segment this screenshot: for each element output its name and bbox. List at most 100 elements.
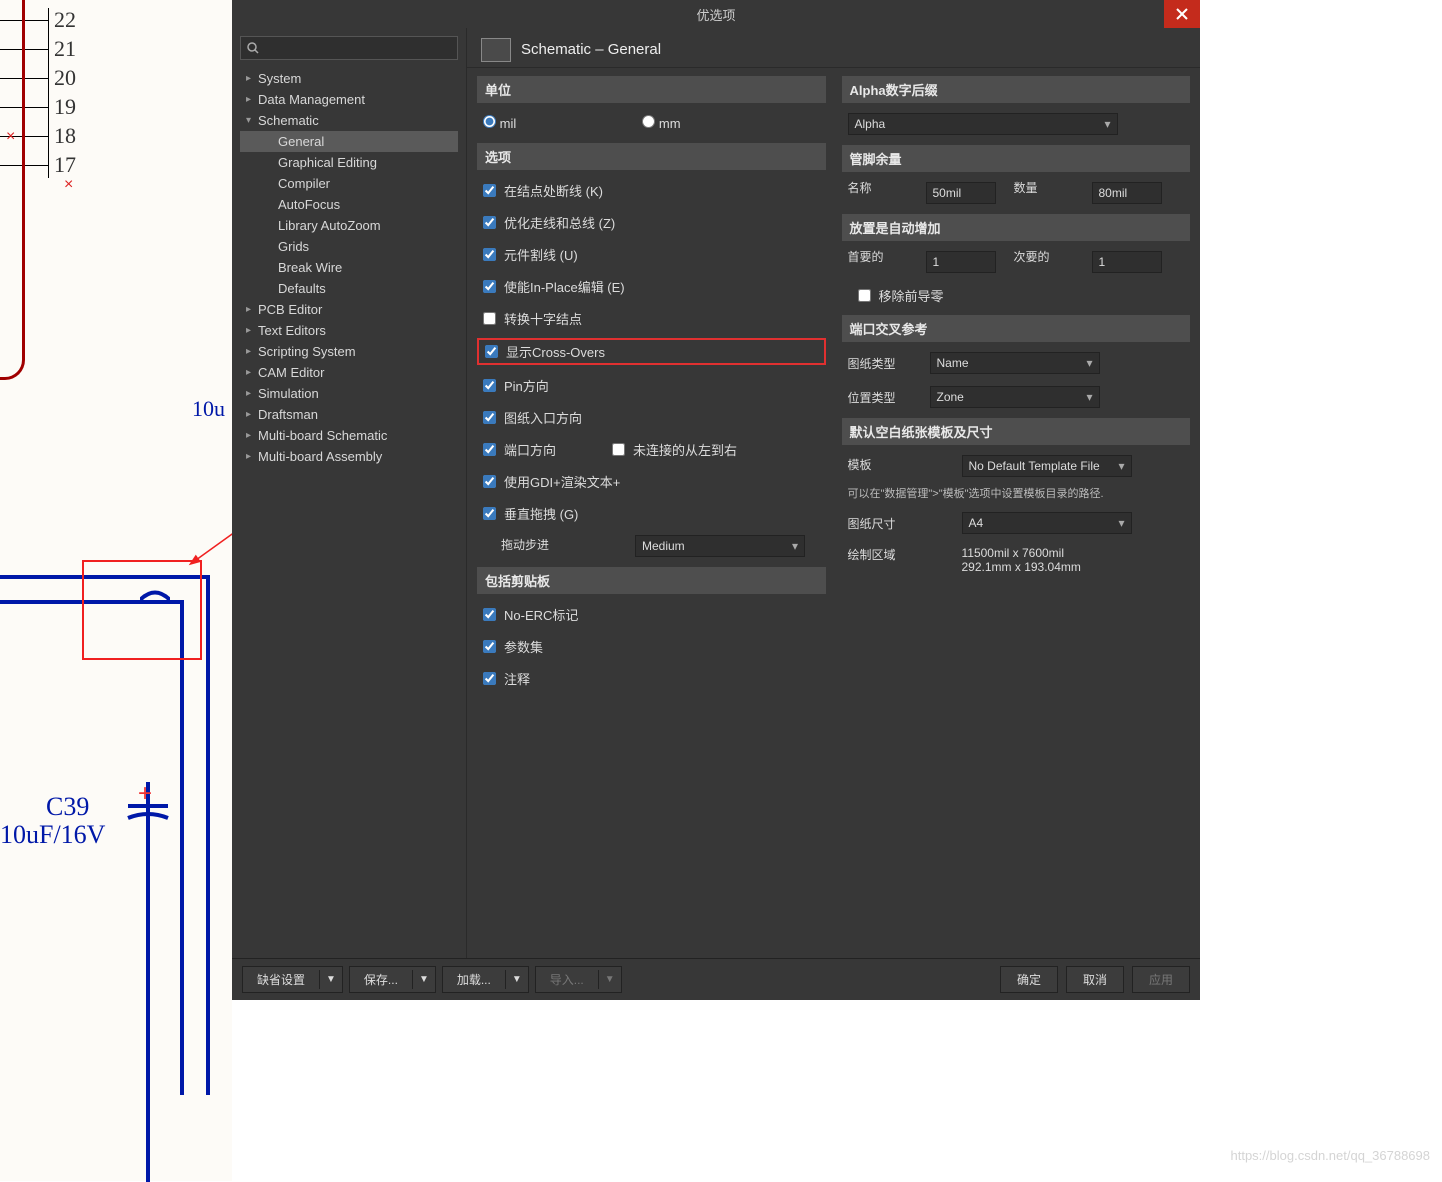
opt-vertical-drag[interactable]: 垂直拖拽 (G): [477, 501, 826, 525]
tree-item-draftsman[interactable]: ▸Draftsman: [240, 404, 458, 425]
tree-item-library-autozoom[interactable]: Library AutoZoom: [240, 215, 458, 236]
unit-mm-radio[interactable]: mm: [642, 115, 680, 131]
secondary-input[interactable]: [1092, 251, 1162, 273]
primary-label: 首要的: [848, 251, 908, 264]
preferences-dialog: 优选项 ▸System▸Data Management▾SchematicGen…: [232, 0, 1200, 1000]
opt-use-gdi[interactable]: 使用GDI+渲染文本+: [477, 469, 826, 493]
pin-num-input[interactable]: [1092, 182, 1162, 204]
cancel-button[interactable]: 取消: [1066, 966, 1124, 993]
opt-no-erc[interactable]: No-ERC标记: [477, 602, 826, 626]
tree-item-data-management[interactable]: ▸Data Management: [240, 89, 458, 110]
tree-item-break-wire[interactable]: Break Wire: [240, 257, 458, 278]
tree-item-autofocus[interactable]: AutoFocus: [240, 194, 458, 215]
alpha-dropdown[interactable]: Alpha: [848, 113, 1118, 135]
ok-button[interactable]: 确定: [1000, 966, 1058, 993]
opt-unconnected-ltr[interactable]: 未连接的从左到右: [612, 440, 737, 459]
pin-label: 17: [54, 152, 76, 178]
sheet-type-dropdown[interactable]: Name: [930, 352, 1100, 374]
search-input[interactable]: [263, 41, 451, 55]
pin-name-input[interactable]: [926, 182, 996, 204]
tree-item-multi-board-schematic[interactable]: ▸Multi-board Schematic: [240, 425, 458, 446]
chevron-right-icon: ▸: [246, 325, 258, 336]
tree-item-compiler[interactable]: Compiler: [240, 173, 458, 194]
defaults-button[interactable]: 缺省设置▼: [242, 966, 343, 993]
chevron-down-icon[interactable]: ▼: [319, 970, 342, 989]
chevron-right-icon: ▸: [246, 94, 258, 105]
tree-item-schematic[interactable]: ▾Schematic: [240, 110, 458, 131]
category-sidebar: ▸System▸Data Management▾SchematicGeneral…: [232, 28, 467, 958]
apply-button[interactable]: 应用: [1132, 966, 1190, 993]
unit-mil-radio[interactable]: mil: [483, 115, 516, 131]
wire: [146, 782, 150, 1182]
ic-border: [48, 8, 49, 178]
tree-item-label: Compiler: [278, 176, 330, 191]
pin-label: 19: [54, 94, 76, 120]
chevron-down-icon[interactable]: ▼: [505, 970, 528, 989]
opt-break-at-node[interactable]: 在结点处断线 (K): [477, 178, 826, 202]
tree-item-label: Schematic: [258, 113, 319, 128]
wire: [180, 600, 184, 1095]
pin-num-label: 数量: [1014, 182, 1074, 195]
save-button[interactable]: 保存...▼: [349, 966, 436, 993]
pin-label: 22: [54, 7, 76, 33]
tree-item-system[interactable]: ▸System: [240, 68, 458, 89]
opt-pin-direction[interactable]: Pin方向: [477, 373, 826, 397]
tree-item-label: Library AutoZoom: [278, 218, 381, 233]
sheet-size-dropdown[interactable]: A4: [962, 512, 1132, 534]
capacitor-symbol: [126, 800, 170, 824]
template-hint: 可以在"数据管理">"模板"选项中设置模板目录的路径.: [842, 487, 1191, 502]
search-icon: [247, 42, 259, 54]
opt-notes[interactable]: 注释: [477, 666, 826, 690]
opt-port-direction[interactable]: 端口方向: [483, 440, 556, 459]
close-icon: [1176, 8, 1188, 20]
section-auto-inc: 放置是自动增加: [842, 214, 1191, 241]
template-label: 模板: [848, 459, 908, 472]
tree-item-general[interactable]: General: [240, 131, 458, 152]
close-button[interactable]: [1164, 0, 1200, 28]
tree-item-text-editors[interactable]: ▸Text Editors: [240, 320, 458, 341]
tree-item-graphical-editing[interactable]: Graphical Editing: [240, 152, 458, 173]
pin-name-label: 名称: [848, 182, 908, 195]
primary-input[interactable]: [926, 251, 996, 273]
chevron-down-icon[interactable]: ▼: [412, 970, 435, 989]
opt-remove-leading-zero[interactable]: 移除前导零: [842, 283, 1191, 307]
opt-show-crossovers[interactable]: 显示Cross-Overs: [477, 338, 826, 365]
opt-component-cut[interactable]: 元件割线 (U): [477, 242, 826, 266]
search-box[interactable]: [240, 36, 458, 60]
cap-val: 10uF/16V: [0, 820, 105, 850]
import-button[interactable]: 导入...▼: [535, 966, 622, 993]
chevron-down-icon[interactable]: ▼: [598, 970, 621, 989]
tree-item-multi-board-assembly[interactable]: ▸Multi-board Assembly: [240, 446, 458, 467]
loc-type-dropdown[interactable]: Zone: [930, 386, 1100, 408]
opt-param-set[interactable]: 参数集: [477, 634, 826, 658]
tree-item-scripting-system[interactable]: ▸Scripting System: [240, 341, 458, 362]
opt-inplace-edit[interactable]: 使能In-Place编辑 (E): [477, 274, 826, 298]
content-header: Schematic – General: [467, 28, 1200, 68]
opt-convert-cross[interactable]: 转换十字结点: [477, 306, 826, 330]
chevron-down-icon: ▾: [246, 115, 258, 126]
template-dropdown[interactable]: No Default Template File: [962, 455, 1132, 477]
tree-item-label: Graphical Editing: [278, 155, 377, 170]
opt-optimize-wire[interactable]: 优化走线和总线 (Z): [477, 210, 826, 234]
schematic-canvas: 22 21 20 19 18 17 × × 10u + C39 10uF/16V: [0, 0, 232, 1181]
drag-step-dropdown[interactable]: Medium: [635, 535, 805, 557]
chevron-right-icon: ▸: [246, 388, 258, 399]
drag-step-label: 拖动步进: [501, 539, 561, 552]
tree-item-label: Text Editors: [258, 323, 326, 338]
category-tree[interactable]: ▸System▸Data Management▾SchematicGeneral…: [240, 68, 458, 467]
opt-sheet-entry-dir[interactable]: 图纸入口方向: [477, 405, 826, 429]
content-area: Schematic – General 单位 mil mm 选项 在结点处断线 …: [467, 28, 1200, 958]
sheet-type-label: 图纸类型: [848, 355, 918, 372]
tree-item-cam-editor[interactable]: ▸CAM Editor: [240, 362, 458, 383]
tree-item-defaults[interactable]: Defaults: [240, 278, 458, 299]
chevron-right-icon: ▸: [246, 409, 258, 420]
x-mark: ×: [64, 176, 73, 194]
tree-item-grids[interactable]: Grids: [240, 236, 458, 257]
pin-label: 20: [54, 65, 76, 91]
wire: [206, 575, 210, 1095]
tree-item-simulation[interactable]: ▸Simulation: [240, 383, 458, 404]
tree-item-label: Data Management: [258, 92, 365, 107]
draw-area-value: 11500mil x 7600mil 292.1mm x 193.04mm: [962, 546, 1081, 574]
load-button[interactable]: 加载...▼: [442, 966, 529, 993]
tree-item-pcb-editor[interactable]: ▸PCB Editor: [240, 299, 458, 320]
